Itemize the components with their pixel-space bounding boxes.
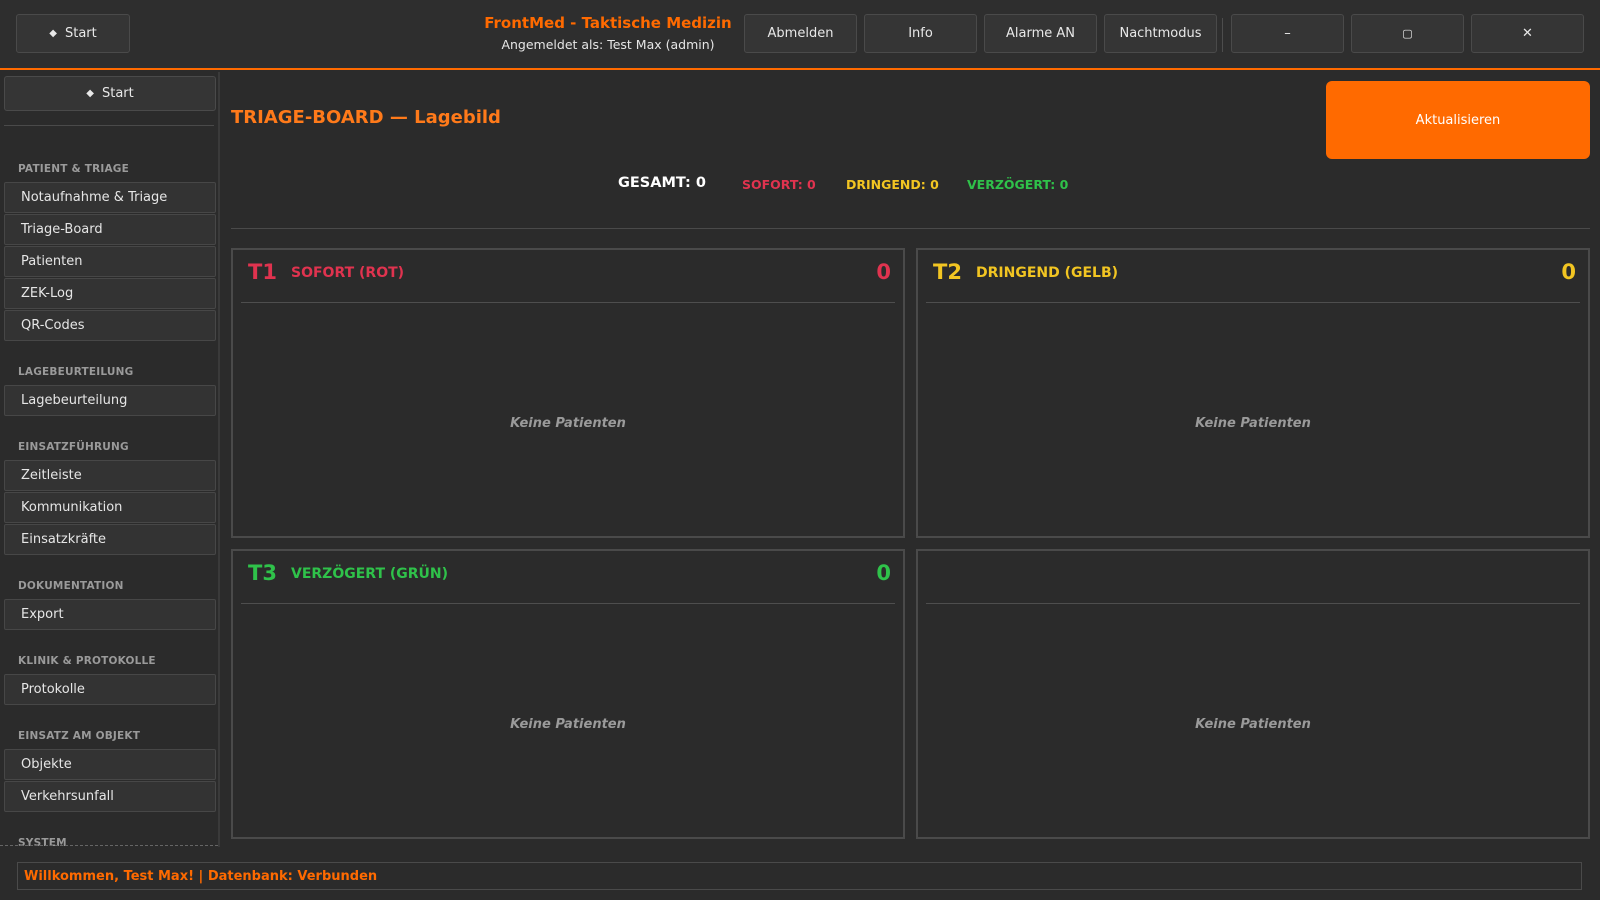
page-title: TRIAGE-BOARD — Lagebild xyxy=(231,107,501,128)
minimize-icon: – xyxy=(1284,26,1291,41)
triage-panel-t1: T1 SOFORT (ROT) 0 Keine Patienten xyxy=(231,248,905,538)
sidebar-item-protokolle[interactable]: Protokolle xyxy=(4,674,216,705)
minimize-button[interactable]: – xyxy=(1231,14,1344,53)
panel-rule xyxy=(926,603,1580,604)
empty-message: Keine Patienten xyxy=(1195,416,1311,431)
panel-rule xyxy=(241,603,895,604)
section-klinik-protokolle: KLINIK & PROTOKOLLE xyxy=(18,655,156,667)
info-button[interactable]: Info xyxy=(864,14,977,53)
close-icon: ✕ xyxy=(1522,26,1533,41)
sidebar-item-export[interactable]: Export xyxy=(4,599,216,630)
stat-urgent: DRINGEND: 0 xyxy=(846,177,939,192)
sidebar-item-einsatzkraefte[interactable]: Einsatzkräfte xyxy=(4,524,216,555)
status-bar: Willkommen, Test Max! | Datenbank: Verbu… xyxy=(17,862,1582,890)
start-button[interactable]: ◆ Start xyxy=(16,14,130,53)
diamond-icon: ◆ xyxy=(49,28,57,39)
sidebar-item-kommunikation[interactable]: Kommunikation xyxy=(4,492,216,523)
sidebar-item-qr-codes[interactable]: QR-Codes xyxy=(4,310,216,341)
section-lagebeurteilung: LAGEBEURTEILUNG xyxy=(18,366,134,378)
triage-panel-t4: Keine Patienten xyxy=(916,549,1590,839)
panel-code: T3 xyxy=(248,561,277,585)
sidebar-item-objekte[interactable]: Objekte xyxy=(4,749,216,780)
sidebar-scroll-edge xyxy=(0,845,218,846)
empty-message: Keine Patienten xyxy=(1195,717,1311,732)
sidebar-item-lagebeurteilung[interactable]: Lagebeurteilung xyxy=(4,385,216,416)
panel-header xyxy=(918,551,1588,603)
panel-header: T2 DRINGEND (GELB) 0 xyxy=(918,250,1588,302)
section-patient-triage: PATIENT & TRIAGE xyxy=(18,163,129,175)
triage-panel-t2: T2 DRINGEND (GELB) 0 Keine Patienten xyxy=(916,248,1590,538)
sidebar-item-notaufnahme[interactable]: Notaufnahme & Triage xyxy=(4,182,216,213)
maximize-icon: ▢ xyxy=(1402,27,1413,40)
panel-header: T1 SOFORT (ROT) 0 xyxy=(233,250,903,302)
diamond-icon: ◆ xyxy=(86,88,94,99)
stat-immediate: SOFORT: 0 xyxy=(742,177,816,192)
stat-total: GESAMT: 0 xyxy=(618,175,706,191)
panel-name: SOFORT (ROT) xyxy=(291,265,405,281)
sidebar: ◆ Start PATIENT & TRIAGE Notaufnahme & T… xyxy=(0,72,220,847)
sidebar-start-button[interactable]: ◆ Start xyxy=(4,76,216,111)
stat-delayed: VERZÖGERT: 0 xyxy=(967,177,1069,192)
sidebar-item-zek-log[interactable]: ZEK-Log xyxy=(4,278,216,309)
section-dokumentation: DOKUMENTATION xyxy=(18,580,124,592)
logged-in-user: Angemeldet als: Test Max (admin) xyxy=(501,37,715,52)
section-einsatz-am-objekt: EINSATZ AM OBJEKT xyxy=(18,730,141,742)
panel-count: 0 xyxy=(876,260,891,284)
empty-message: Keine Patienten xyxy=(510,717,626,732)
sidebar-item-zeitleiste[interactable]: Zeitleiste xyxy=(4,460,216,491)
empty-message: Keine Patienten xyxy=(510,416,626,431)
toolbar-separator xyxy=(1222,18,1223,52)
alarms-button[interactable]: Alarme AN xyxy=(984,14,1097,53)
panel-count: 0 xyxy=(876,561,891,585)
night-mode-button[interactable]: Nachtmodus xyxy=(1104,14,1217,53)
panel-code: T1 xyxy=(248,260,277,284)
panel-name: VERZÖGERT (GRÜN) xyxy=(291,566,449,582)
close-button[interactable]: ✕ xyxy=(1471,14,1584,53)
main-divider xyxy=(231,228,1590,229)
status-text: Willkommen, Test Max! | Datenbank: Verbu… xyxy=(24,869,378,884)
panel-code: T2 xyxy=(933,260,962,284)
sidebar-item-verkehrsunfall[interactable]: Verkehrsunfall xyxy=(4,781,216,812)
panel-name: DRINGEND (GELB) xyxy=(976,265,1119,281)
app-title: FrontMed - Taktische Medizin xyxy=(484,14,732,32)
section-einsatzfuehrung: EINSATZFÜHRUNG xyxy=(18,441,129,453)
refresh-button[interactable]: Aktualisieren xyxy=(1326,81,1590,159)
logout-button[interactable]: Abmelden xyxy=(744,14,857,53)
sidebar-item-patienten[interactable]: Patienten xyxy=(4,246,216,277)
panel-header: T3 VERZÖGERT (GRÜN) 0 xyxy=(233,551,903,603)
triage-panel-t3: T3 VERZÖGERT (GRÜN) 0 Keine Patienten xyxy=(231,549,905,839)
sidebar-divider xyxy=(4,125,214,126)
sidebar-start-label: Start xyxy=(101,86,134,101)
panel-rule xyxy=(241,302,895,303)
sidebar-item-triage-board[interactable]: Triage-Board xyxy=(4,214,216,245)
maximize-button[interactable]: ▢ xyxy=(1351,14,1464,53)
top-bar: ◆ Start FrontMed - Taktische Medizin Ang… xyxy=(0,0,1600,70)
panel-count: 0 xyxy=(1561,260,1576,284)
panel-rule xyxy=(926,302,1580,303)
start-button-label: Start xyxy=(64,26,97,41)
